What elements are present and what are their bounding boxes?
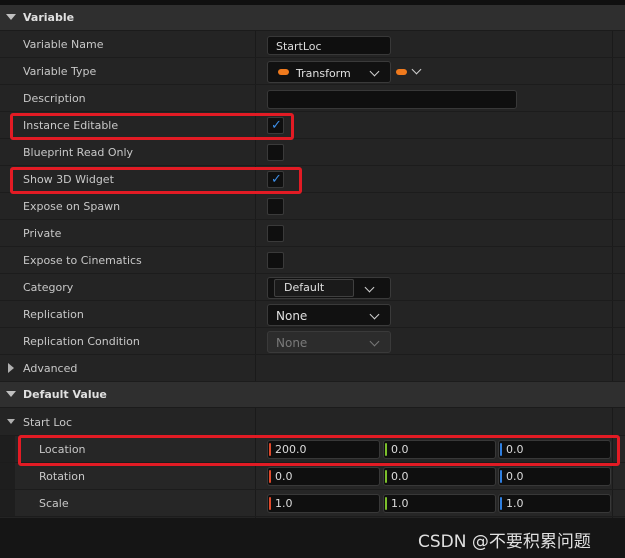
row-expose-to-cinematics: Expose to Cinematics bbox=[0, 247, 625, 274]
z-axis-marker bbox=[500, 497, 502, 510]
transform-type-icon bbox=[278, 69, 289, 75]
scale-y-field[interactable]: 1.0 bbox=[383, 494, 496, 513]
replication-value: None bbox=[276, 309, 308, 323]
variable-type-value: Transform bbox=[296, 67, 351, 80]
row-description: Description bbox=[0, 85, 625, 112]
row-advanced[interactable]: Advanced bbox=[0, 355, 625, 382]
watermark-text: CSDN @不要积累问题 bbox=[418, 532, 591, 552]
row-variable-name: Variable Name StartLoc bbox=[0, 31, 625, 58]
y-axis-marker bbox=[385, 497, 387, 510]
highlight-box-instance-editable bbox=[10, 113, 294, 140]
variable-type-dropdown[interactable]: Transform bbox=[267, 61, 391, 83]
expose-to-cinematics-checkbox[interactable] bbox=[267, 252, 284, 269]
row-label: Variable Name bbox=[23, 38, 104, 51]
section-title: Variable bbox=[23, 11, 75, 24]
section-header-variable[interactable]: Variable bbox=[0, 5, 625, 31]
chevron-down-icon bbox=[369, 66, 380, 77]
chevron-down-icon bbox=[369, 336, 380, 347]
expand-triangle-icon[interactable] bbox=[8, 363, 14, 373]
category-value[interactable]: Default bbox=[284, 281, 324, 294]
chevron-down-icon bbox=[411, 64, 422, 75]
row-replication-condition: Replication Condition None bbox=[0, 328, 625, 355]
row-label: Start Loc bbox=[23, 416, 73, 429]
row-scale: Scale 1.0 1.0 1.0 bbox=[0, 490, 625, 517]
collapse-triangle-icon[interactable] bbox=[7, 419, 15, 424]
row-replication: Replication None bbox=[0, 301, 625, 328]
row-label: Category bbox=[23, 281, 74, 294]
row-label: Expose to Cinematics bbox=[23, 254, 142, 267]
row-label: Private bbox=[23, 227, 62, 240]
rotation-z-value: 0.0 bbox=[506, 470, 524, 483]
highlight-box-show-3d-widget bbox=[10, 167, 302, 194]
replication-condition-value: None bbox=[276, 336, 308, 350]
rotation-z-field[interactable]: 0.0 bbox=[498, 467, 611, 486]
description-input[interactable] bbox=[267, 90, 517, 109]
row-label: Scale bbox=[39, 497, 69, 510]
expose-on-spawn-checkbox[interactable] bbox=[267, 198, 284, 215]
x-axis-marker bbox=[269, 470, 271, 483]
row-rotation: Rotation 0.0 0.0 0.0 bbox=[0, 463, 625, 490]
row-label: Blueprint Read Only bbox=[23, 146, 134, 159]
row-category: Category Default bbox=[0, 274, 625, 301]
collapse-triangle-icon[interactable] bbox=[6, 14, 16, 20]
scale-z-value: 1.0 bbox=[506, 497, 524, 510]
row-label: Expose on Spawn bbox=[23, 200, 121, 213]
highlight-box-location bbox=[18, 435, 620, 466]
replication-condition-dropdown[interactable]: None bbox=[267, 331, 391, 353]
category-combobox[interactable]: Default bbox=[267, 277, 391, 299]
scale-y-value: 1.0 bbox=[391, 497, 409, 510]
section-header-default-value[interactable]: Default Value bbox=[0, 382, 625, 408]
variable-name-input[interactable]: StartLoc bbox=[267, 36, 391, 55]
row-start-loc[interactable]: Start Loc bbox=[0, 409, 625, 436]
chevron-down-icon bbox=[364, 282, 375, 293]
row-blueprint-read-only: Blueprint Read Only bbox=[0, 139, 625, 166]
scale-x-field[interactable]: 1.0 bbox=[267, 494, 380, 513]
row-private: Private bbox=[0, 220, 625, 247]
rotation-x-field[interactable]: 0.0 bbox=[267, 467, 380, 486]
section-title: Default Value bbox=[23, 388, 107, 401]
row-variable-type: Variable Type Transform bbox=[0, 58, 625, 85]
row-label: Replication Condition bbox=[23, 335, 140, 348]
row-label: Description bbox=[23, 92, 86, 105]
z-axis-marker bbox=[500, 470, 502, 483]
row-label: Rotation bbox=[39, 470, 86, 483]
chevron-down-icon bbox=[369, 309, 380, 320]
rotation-x-value: 0.0 bbox=[275, 470, 293, 483]
rotation-y-field[interactable]: 0.0 bbox=[383, 467, 496, 486]
y-axis-marker bbox=[385, 470, 387, 483]
private-checkbox[interactable] bbox=[267, 225, 284, 242]
row-label: Variable Type bbox=[23, 65, 97, 78]
rotation-y-value: 0.0 bbox=[391, 470, 409, 483]
replication-dropdown[interactable]: None bbox=[267, 304, 391, 326]
container-type-dropdown[interactable] bbox=[395, 64, 425, 80]
scale-z-field[interactable]: 1.0 bbox=[498, 494, 611, 513]
row-label: Replication bbox=[23, 308, 84, 321]
row-label: Advanced bbox=[23, 362, 78, 375]
blueprint-read-only-checkbox[interactable] bbox=[267, 144, 284, 161]
single-container-icon bbox=[396, 69, 407, 75]
scale-x-value: 1.0 bbox=[275, 497, 293, 510]
collapse-triangle-icon[interactable] bbox=[6, 391, 16, 397]
row-expose-on-spawn: Expose on Spawn bbox=[0, 193, 625, 220]
x-axis-marker bbox=[269, 497, 271, 510]
